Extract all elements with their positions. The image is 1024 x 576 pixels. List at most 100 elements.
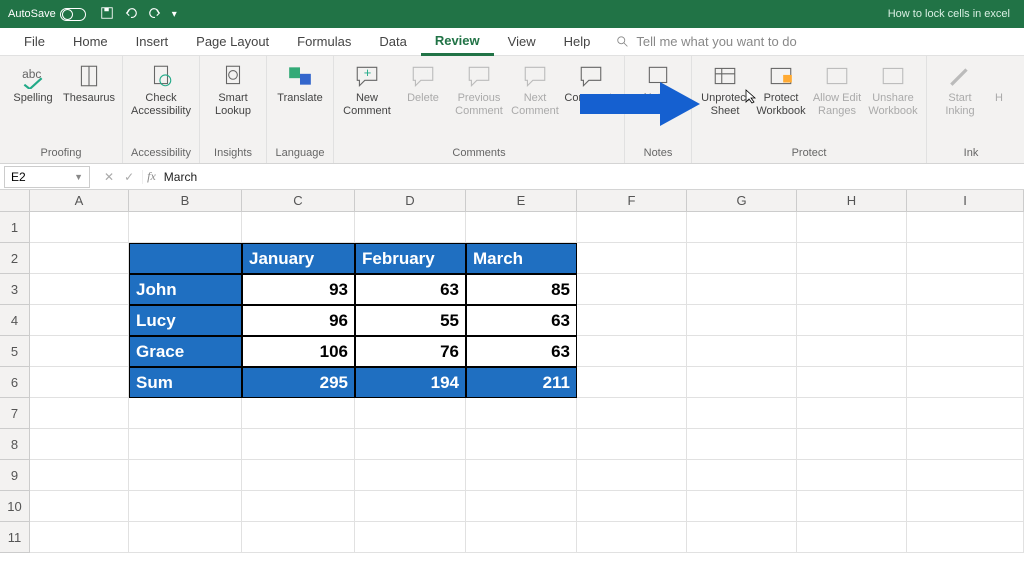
smart-lookup-button[interactable]: Smart Lookup (206, 60, 260, 120)
delete-comment-button: Delete (396, 60, 450, 120)
pen-icon (946, 62, 974, 90)
qat-dropdown-icon[interactable]: ▾ (172, 9, 177, 20)
unprotect-sheet-icon (711, 62, 739, 90)
spelling-button[interactable]: abcSpelling (6, 60, 60, 120)
toggle-icon (60, 8, 86, 21)
table-cell: 63 (466, 305, 577, 336)
table-cell-sum: 194 (355, 367, 466, 398)
col-header[interactable]: H (797, 190, 907, 212)
group-label-notes: Notes (631, 145, 685, 161)
row-header[interactable]: 1 (0, 212, 30, 243)
protect-workbook-button[interactable]: Protect Workbook (754, 60, 808, 120)
cell-area[interactable]: // rows built below after data load for … (30, 212, 1024, 553)
col-header[interactable]: D (355, 190, 466, 212)
row-header[interactable]: 9 (0, 460, 30, 491)
table-header: February (355, 243, 466, 274)
tell-me-label: Tell me what you want to do (636, 34, 796, 49)
tab-help[interactable]: Help (550, 28, 605, 56)
search-icon (616, 35, 630, 49)
row-header[interactable]: 4 (0, 305, 30, 336)
save-icon[interactable] (100, 6, 114, 23)
row-header[interactable]: 7 (0, 398, 30, 429)
table-header-blank (129, 243, 242, 274)
col-header[interactable]: A (30, 190, 129, 212)
group-label-proofing: Proofing (6, 145, 116, 161)
table-cell: 55 (355, 305, 466, 336)
table-cell: 96 (242, 305, 355, 336)
accessibility-icon (147, 62, 175, 90)
row-header[interactable]: 6 (0, 367, 30, 398)
row-header[interactable]: 2 (0, 243, 30, 274)
row-name: Lucy (129, 305, 242, 336)
check-accessibility-button[interactable]: Check Accessibility (129, 60, 193, 120)
annotation-arrow-icon (580, 82, 700, 126)
thesaurus-icon (75, 62, 103, 90)
table-cell: 63 (355, 274, 466, 305)
formula-value[interactable]: March (164, 170, 197, 184)
group-label-language: Language (273, 145, 327, 161)
group-label-accessibility: Accessibility (129, 145, 193, 161)
row-name: Grace (129, 336, 242, 367)
start-inking-button: Start Inking (933, 60, 987, 120)
row-header[interactable]: 8 (0, 429, 30, 460)
group-accessibility: Check Accessibility Accessibility (123, 56, 200, 163)
translate-button[interactable]: Translate (273, 60, 327, 120)
hide-ink-icon (985, 62, 1013, 90)
quick-access-toolbar: ▾ (100, 6, 177, 23)
col-header[interactable]: E (466, 190, 577, 212)
unshare-workbook-button: Unshare Workbook (866, 60, 920, 120)
col-header[interactable]: C (242, 190, 355, 212)
spelling-icon: abc (19, 62, 47, 90)
translate-icon (286, 62, 314, 90)
name-box[interactable]: E2 ▼ (4, 166, 90, 188)
row-header[interactable]: 10 (0, 491, 30, 522)
redo-icon[interactable] (148, 6, 162, 23)
cancel-icon[interactable]: ✕ (104, 170, 114, 184)
undo-icon[interactable] (124, 6, 138, 23)
row-name: John (129, 274, 242, 305)
new-comment-button[interactable]: +New Comment (340, 60, 394, 120)
tab-data[interactable]: Data (365, 28, 420, 56)
row-header[interactable]: 11 (0, 522, 30, 553)
title-bar: AutoSave ▾ How to lock cells in excel (0, 0, 1024, 28)
col-header[interactable]: I (907, 190, 1024, 212)
ribbon-tabs: File Home Insert Page Layout Formulas Da… (0, 28, 1024, 56)
tab-home[interactable]: Home (59, 28, 122, 56)
thesaurus-button[interactable]: Thesaurus (62, 60, 116, 120)
tell-me-search[interactable]: Tell me what you want to do (616, 34, 796, 49)
tab-insert[interactable]: Insert (122, 28, 183, 56)
cursor-icon (744, 88, 760, 104)
tab-view[interactable]: View (494, 28, 550, 56)
next-comment-button: Next Comment (508, 60, 562, 120)
table-cell: 63 (466, 336, 577, 367)
col-header[interactable]: B (129, 190, 242, 212)
select-all-corner[interactable] (0, 190, 30, 212)
ribbon: abcSpelling Thesaurus Proofing Check Acc… (0, 56, 1024, 164)
data-table: January February March John 93 63 85 Luc… (129, 243, 577, 398)
tab-formulas[interactable]: Formulas (283, 28, 365, 56)
unshare-icon (879, 62, 907, 90)
comment-next-icon (521, 62, 549, 90)
table-header: January (242, 243, 355, 274)
tab-review[interactable]: Review (421, 28, 494, 56)
group-insights: Smart Lookup Insights (200, 56, 267, 163)
formula-bar: E2 ▼ ✕ ✓ fx March (0, 164, 1024, 190)
col-header[interactable]: F (577, 190, 687, 212)
spreadsheet-grid[interactable]: A B C D E F G H I 1 2 3 4 5 6 7 8 9 10 1… (0, 190, 1024, 553)
enter-icon[interactable]: ✓ (124, 170, 134, 184)
tab-pagelayout[interactable]: Page Layout (182, 28, 283, 56)
group-label-comments: Comments (340, 145, 618, 161)
group-language: Translate Language (267, 56, 334, 163)
column-headers: A B C D E F G H I (30, 190, 1024, 212)
tab-file[interactable]: File (10, 28, 59, 56)
table-cell-sum: 295 (242, 367, 355, 398)
allow-edit-ranges-button: Allow Edit Ranges (810, 60, 864, 120)
smart-lookup-icon (219, 62, 247, 90)
fx-icon[interactable]: fx (147, 169, 156, 184)
col-header[interactable]: G (687, 190, 797, 212)
row-header[interactable]: 3 (0, 274, 30, 305)
row-header[interactable]: 5 (0, 336, 30, 367)
svg-text:+: + (364, 65, 372, 80)
autosave-toggle[interactable]: AutoSave (8, 8, 86, 21)
group-proofing: abcSpelling Thesaurus Proofing (0, 56, 123, 163)
